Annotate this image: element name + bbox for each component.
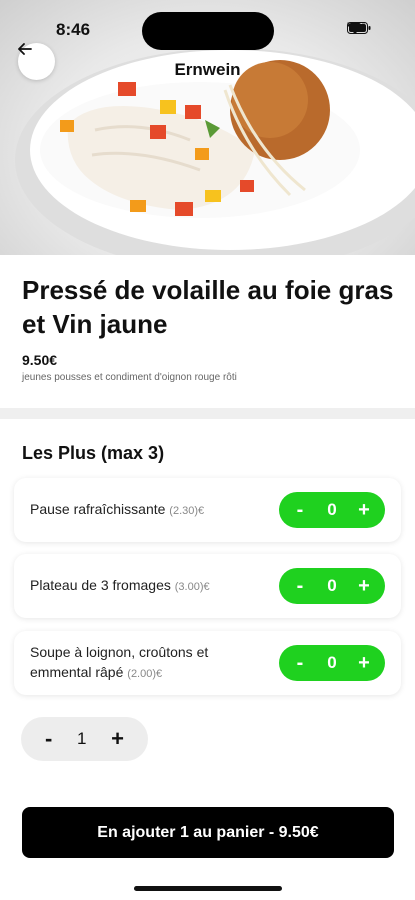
extra-quantity-stepper: - 0 + bbox=[279, 645, 385, 681]
restaurant-title: Ernwein bbox=[174, 60, 241, 79]
increment-button[interactable]: + bbox=[355, 500, 373, 520]
extra-option-name: Plateau de 3 fromages bbox=[30, 577, 171, 593]
extra-quantity-stepper: - 0 + bbox=[279, 568, 385, 604]
extra-option-name: Soupe à loignon, croûtons et emmental râ… bbox=[30, 644, 209, 680]
extra-option-card: Plateau de 3 fromages (3.00)€ - 0 + bbox=[14, 554, 401, 618]
decrement-button[interactable]: - bbox=[291, 500, 309, 520]
decrement-button[interactable]: - bbox=[291, 653, 309, 673]
extra-option-price: (2.30)€ bbox=[169, 505, 205, 517]
quantity-value: 1 bbox=[77, 729, 87, 748]
quantity-stepper: - 1 + bbox=[21, 717, 148, 761]
extra-quantity-value: 0 bbox=[327, 576, 337, 595]
product-name: Pressé de volaille au foie gras et Vin j… bbox=[22, 275, 394, 339]
extra-quantity-stepper: - 0 + bbox=[279, 492, 385, 528]
extra-option-name: Pause rafraîchissante bbox=[30, 501, 166, 517]
arrow-left-icon bbox=[18, 43, 32, 55]
dynamic-island bbox=[142, 12, 274, 50]
increment-button[interactable]: + bbox=[355, 576, 373, 596]
increment-button[interactable]: + bbox=[355, 653, 373, 673]
extra-option-label: Soupe à loignon, croûtons et emmental râ… bbox=[30, 642, 270, 684]
add-to-cart-button[interactable]: En ajouter 1 au panier - 9.50€ bbox=[22, 807, 394, 858]
extra-option-price: (2.00)€ bbox=[127, 668, 163, 680]
extra-option-label: Pause rafraîchissante (2.30)€ bbox=[30, 499, 204, 521]
status-time: 8:46 bbox=[56, 20, 91, 39]
dish-photo: 8:46 Ernwein bbox=[0, 0, 415, 255]
extra-option-card: Pause rafraîchissante (2.30)€ - 0 + bbox=[14, 478, 401, 542]
home-indicator bbox=[134, 886, 282, 891]
extra-quantity-value: 0 bbox=[327, 653, 337, 672]
quantity-increment-button[interactable]: + bbox=[111, 726, 124, 752]
product-price: 9.50€ bbox=[22, 352, 58, 368]
extra-quantity-value: 0 bbox=[327, 500, 337, 519]
extra-option-price: (3.00)€ bbox=[174, 581, 210, 593]
extras-title: Les Plus (max 3) bbox=[22, 443, 165, 463]
extra-option-card: Soupe à loignon, croûtons et emmental râ… bbox=[14, 631, 401, 695]
status-icons bbox=[347, 22, 377, 34]
section-divider bbox=[0, 408, 415, 419]
product-description: jeunes pousses et condiment d'oignon rou… bbox=[22, 372, 237, 383]
decrement-button[interactable]: - bbox=[291, 576, 309, 596]
quantity-decrement-button[interactable]: - bbox=[45, 726, 52, 752]
product-info: Pressé de volaille au foie gras et Vin j… bbox=[22, 273, 397, 383]
extra-option-label: Plateau de 3 fromages (3.00)€ bbox=[30, 575, 210, 597]
